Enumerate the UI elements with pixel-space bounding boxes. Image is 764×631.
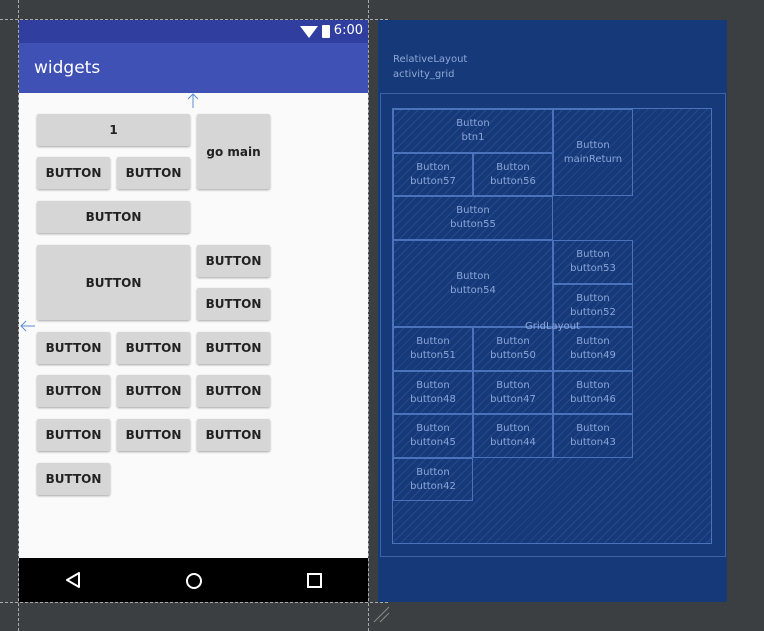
blueprint-preview: RelativeLayout activity_grid Button btn1… xyxy=(378,20,727,602)
blueprint-widget-id: button48 xyxy=(410,393,456,405)
root-layout-type: RelativeLayout xyxy=(393,54,468,65)
app-title: widgets xyxy=(34,58,101,78)
button-button44[interactable]: BUTTON xyxy=(117,419,190,451)
selection-guide-right xyxy=(368,0,369,631)
blueprint-button56[interactable]: Button button56 xyxy=(473,153,553,196)
home-icon[interactable] xyxy=(186,573,202,589)
button-button56[interactable]: BUTTON xyxy=(117,157,190,189)
wifi-icon xyxy=(300,26,318,38)
button-button54[interactable]: BUTTON xyxy=(37,245,190,320)
blueprint-button45[interactable]: Button button45 xyxy=(393,414,473,458)
blueprint-button51[interactable]: Button button51 xyxy=(393,327,473,371)
top-constraint-arrow-icon xyxy=(187,93,199,108)
blueprint-widget-id: button49 xyxy=(570,350,616,361)
blueprint-widget-type: Button xyxy=(576,139,610,151)
blueprint-widget-id: button47 xyxy=(490,393,536,405)
selection-guide-bottom xyxy=(0,602,388,603)
blueprint-widget-type: Button xyxy=(496,161,530,173)
button-button42[interactable]: BUTTON xyxy=(37,463,110,495)
recent-apps-icon[interactable] xyxy=(307,573,322,588)
button-button45[interactable]: BUTTON xyxy=(37,419,110,451)
blueprint-widget-id: button46 xyxy=(570,393,616,405)
root-layout-id: activity_grid xyxy=(393,69,455,80)
blueprint-button54[interactable]: Button button54 xyxy=(393,240,553,327)
blueprint-widget-id: button43 xyxy=(570,437,616,448)
blueprint-widget-type: Button xyxy=(416,466,450,478)
resize-handle-icon[interactable] xyxy=(372,605,390,623)
blueprint-widget-id: button56 xyxy=(490,175,536,187)
blueprint-widget-type: Button xyxy=(496,423,530,434)
selection-guide-left xyxy=(18,0,19,631)
back-icon[interactable] xyxy=(65,572,81,588)
blueprint-widget-type: Button xyxy=(456,118,490,129)
blueprint-widget-type: Button xyxy=(576,379,610,391)
blueprint-widget-id: button55 xyxy=(450,219,496,230)
blueprint-widget-id: button51 xyxy=(410,350,456,361)
blueprint-widget-id: button54 xyxy=(450,284,496,296)
blueprint-widget-id: button57 xyxy=(410,175,456,187)
blueprint-btn1[interactable]: Button btn1 xyxy=(393,109,553,153)
button-button51[interactable]: BUTTON xyxy=(37,332,110,364)
blueprint-widget-type: Button xyxy=(456,270,490,282)
blueprint-mainReturn[interactable]: Button mainReturn xyxy=(553,109,633,196)
button-button52[interactable]: BUTTON xyxy=(197,288,270,320)
button-btn1[interactable]: 1 xyxy=(37,114,190,146)
button-main-return[interactable]: go main xyxy=(197,114,270,189)
selection-guide-top xyxy=(0,19,388,20)
blueprint-widget-id: button50 xyxy=(490,350,536,361)
blueprint-widget-type: Button xyxy=(576,423,610,434)
blueprint-button53[interactable]: Button button53 xyxy=(553,240,633,284)
blueprint-button49[interactable]: Button button49 xyxy=(553,327,633,371)
blueprint-button55[interactable]: Button button55 xyxy=(393,196,553,240)
status-time: 6:00 xyxy=(333,23,363,38)
blueprint-widget-id: button42 xyxy=(410,480,456,492)
blueprint-widget-type: Button xyxy=(496,379,530,391)
status-bar: 6:00 xyxy=(19,20,368,43)
grid-layout-label: GridLayout xyxy=(525,321,580,332)
blueprint-button47[interactable]: Button button47 xyxy=(473,371,553,414)
button-button57[interactable]: BUTTON xyxy=(37,157,110,189)
button-button49[interactable]: BUTTON xyxy=(197,332,270,364)
button-button50[interactable]: BUTTON xyxy=(117,332,190,364)
blueprint-widget-type: Button xyxy=(416,336,450,347)
button-button48[interactable]: BUTTON xyxy=(37,375,110,407)
blueprint-button50[interactable]: Button button50 xyxy=(473,327,553,371)
button-button53[interactable]: BUTTON xyxy=(197,245,270,277)
app-bar: widgets xyxy=(19,43,368,93)
blueprint-widget-type: Button xyxy=(456,205,490,216)
blueprint-button46[interactable]: Button button46 xyxy=(553,371,633,414)
blueprint-widget-type: Button xyxy=(576,336,610,347)
navigation-bar xyxy=(19,558,368,602)
left-constraint-arrow-icon xyxy=(20,320,35,332)
blueprint-widget-id: button44 xyxy=(490,437,536,448)
blueprint-button48[interactable]: Button button48 xyxy=(393,371,473,414)
blueprint-widget-id: button52 xyxy=(570,306,616,318)
blueprint-widget-type: Button xyxy=(416,379,450,391)
blueprint-widget-type: Button xyxy=(416,161,450,173)
blueprint-button44[interactable]: Button button44 xyxy=(473,414,553,458)
blueprint-widget-type: Button xyxy=(576,249,610,260)
blueprint-button42[interactable]: Button button42 xyxy=(393,458,473,501)
battery-icon xyxy=(322,25,330,38)
blueprint-button43[interactable]: Button button43 xyxy=(553,414,633,458)
button-button43[interactable]: BUTTON xyxy=(197,419,270,451)
button-button55[interactable]: BUTTON xyxy=(37,201,190,233)
blueprint-widget-type: Button xyxy=(416,423,450,434)
blueprint-widget-type: Button xyxy=(496,336,530,347)
blueprint-widget-type: Button xyxy=(576,292,610,304)
design-preview: 6:00 widgets 1 go main BUTTON BUTTON BUT… xyxy=(19,20,368,602)
blueprint-widget-id: button53 xyxy=(570,263,616,274)
button-button46[interactable]: BUTTON xyxy=(197,375,270,407)
button-button47[interactable]: BUTTON xyxy=(117,375,190,407)
blueprint-button57[interactable]: Button button57 xyxy=(393,153,473,196)
blueprint-widget-id: mainReturn xyxy=(563,153,623,165)
blueprint-widget-id: btn1 xyxy=(461,132,485,143)
blueprint-widget-id: button45 xyxy=(410,437,456,448)
